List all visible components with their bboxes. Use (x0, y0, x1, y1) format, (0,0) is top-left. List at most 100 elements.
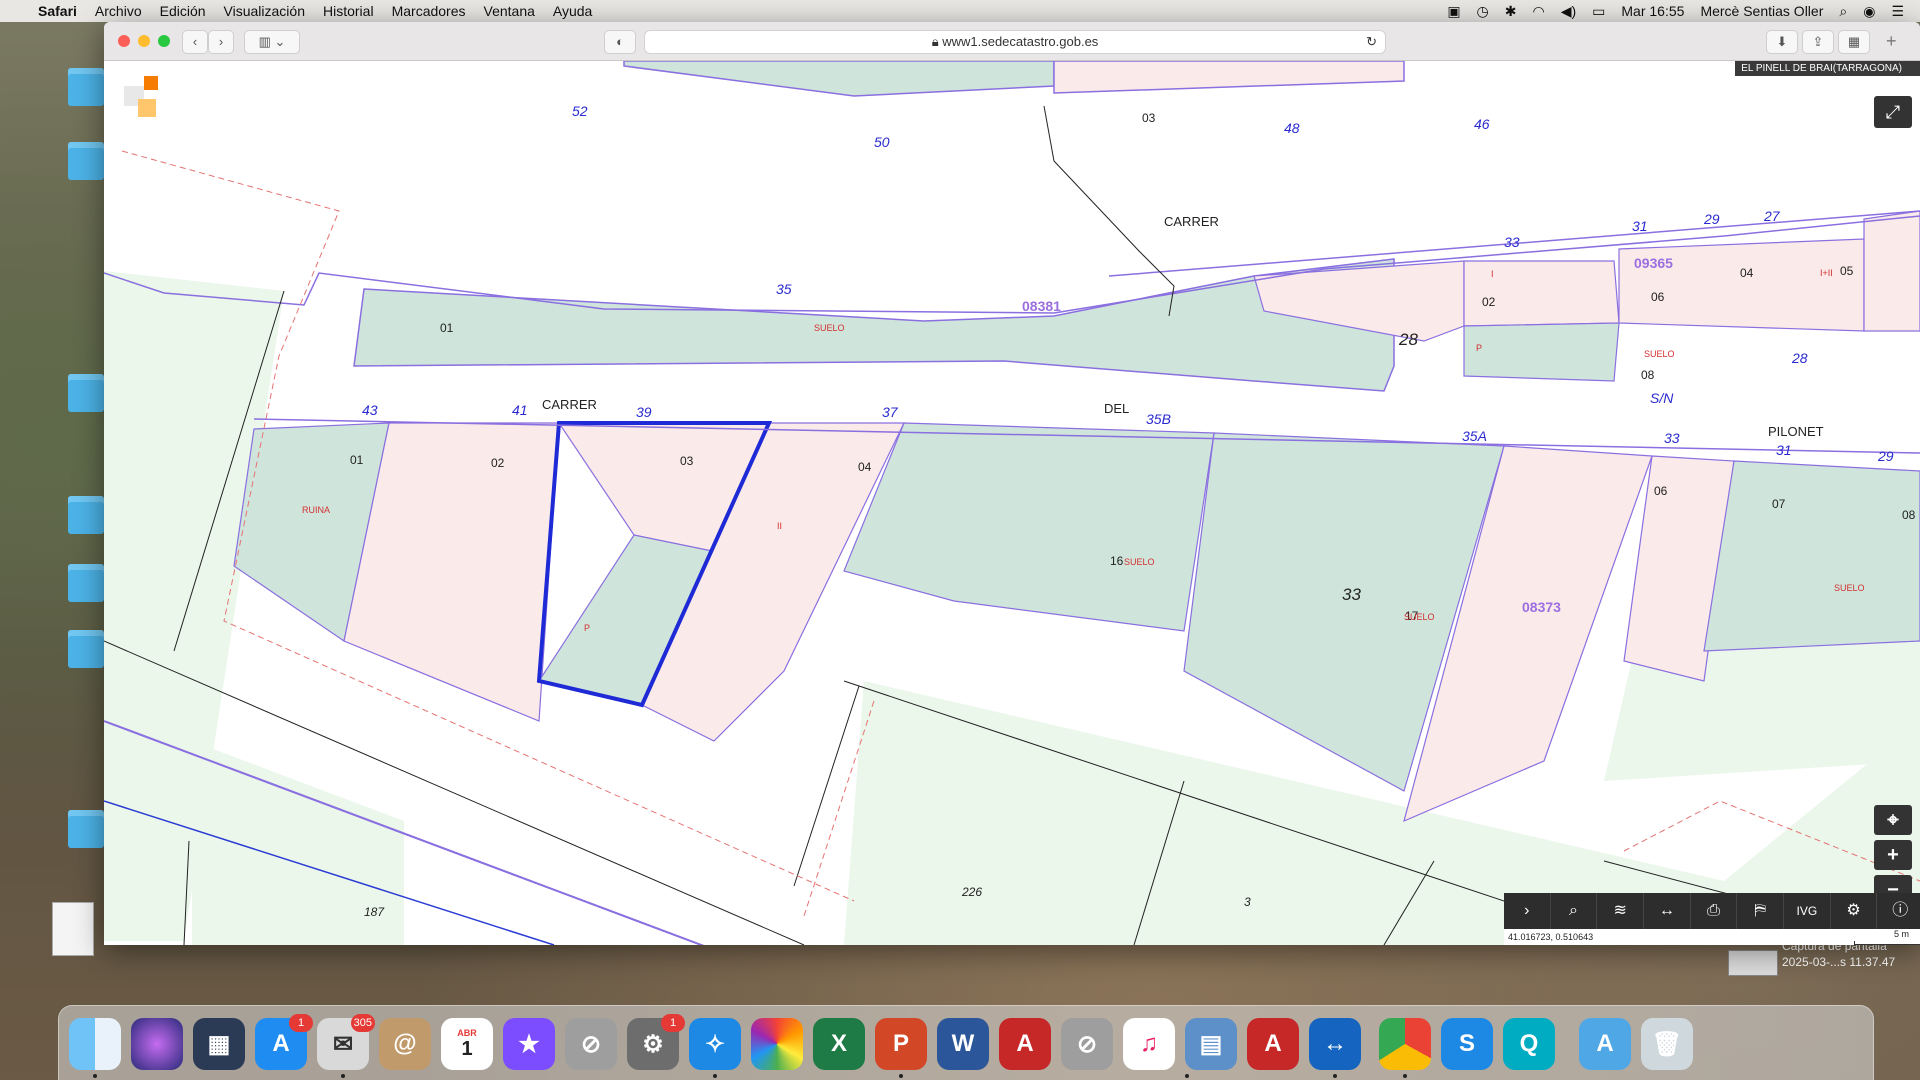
new-tab-icon[interactable]: + (1886, 31, 1897, 52)
street-number-label: 35 (776, 281, 792, 297)
siri-icon[interactable] (131, 1018, 183, 1070)
menubar-user[interactable]: Mercè Sentias Oller (1700, 3, 1823, 19)
street-number-label: 48 (1284, 120, 1300, 136)
bluetooth-icon[interactable]: ✱ (1505, 3, 1517, 20)
map-toolbar: › ⌕ ≋ ↔ ⎙ ⛿ IVG ⚙ ⓘ (1504, 893, 1920, 929)
minimize-window-icon[interactable] (138, 35, 150, 47)
desktop-document-icon[interactable] (52, 902, 94, 956)
chrome-icon[interactable] (1379, 1018, 1431, 1070)
expand-tools-icon[interactable]: › (1504, 893, 1551, 929)
close-window-icon[interactable] (118, 35, 130, 47)
menu-app-name[interactable]: Safari (38, 3, 77, 19)
screenshot-thumbnail[interactable] (1728, 950, 1778, 976)
time-machine-icon[interactable]: ◷ (1477, 3, 1489, 20)
contacts-icon[interactable]: @ (379, 1018, 431, 1070)
block-number-label: 187 (364, 905, 385, 919)
menu-historial[interactable]: Historial (323, 3, 374, 19)
desktop-folder-icon[interactable] (68, 142, 104, 180)
mail-icon[interactable]: ✉ 305 (317, 1014, 375, 1070)
running-indicator (1185, 1074, 1189, 1078)
menu-edicion[interactable]: Edición (160, 3, 206, 19)
word-icon[interactable]: W (937, 1018, 989, 1070)
back-button[interactable]: ‹ (182, 30, 208, 54)
spotlight-icon[interactable]: ⌕ (1839, 3, 1847, 20)
block-number-label: 226 (961, 885, 982, 899)
notification-center-icon[interactable]: ☰ (1891, 3, 1904, 20)
parcel-info-icon[interactable]: ⛿ (1737, 893, 1785, 929)
desktop-folder-icon[interactable] (68, 810, 104, 848)
menu-visualizacion[interactable]: Visualización (224, 3, 305, 19)
zoom-window-icon[interactable] (158, 35, 170, 47)
land-use-label: RUINA (302, 505, 330, 515)
measure-icon[interactable]: ↔ (1644, 893, 1691, 929)
layers-icon[interactable]: ≋ (1597, 893, 1645, 929)
applications-folder-icon[interactable]: A (1579, 1018, 1631, 1070)
zoom-in-button[interactable]: + (1874, 840, 1912, 870)
menu-ayuda[interactable]: Ayuda (553, 3, 592, 19)
desktop-folder-icon[interactable] (68, 630, 104, 668)
menu-archivo[interactable]: Archivo (95, 3, 142, 19)
info-icon[interactable]: ⓘ (1877, 893, 1920, 929)
battery-icon[interactable]: ▭ (1592, 3, 1605, 20)
safari-icon[interactable]: ✧ (689, 1018, 741, 1070)
teamviewer-icon[interactable]: ↔ (1309, 1018, 1361, 1070)
preview-icon[interactable]: ▤ (1185, 1018, 1237, 1070)
street-name-label: DEL (1104, 401, 1129, 416)
volume-icon[interactable]: ◀) (1561, 3, 1576, 20)
menu-marcadores[interactable]: Marcadores (392, 3, 466, 19)
sidebar-toggle-button[interactable]: ▥ ⌄ (244, 30, 300, 54)
calendar-icon[interactable]: ABR 1 (441, 1018, 493, 1070)
privacy-shield-icon[interactable]: ◐ (604, 30, 636, 54)
trash-icon[interactable]: 🗑︎ (1641, 1018, 1693, 1070)
print-icon[interactable]: ⎙ (1691, 893, 1738, 929)
cadastral-map[interactable]: CARRER CARRER DEL PILONET 52 50 48 46 35 33 31 29 27… (104, 61, 1920, 945)
desktop-folder-icon[interactable] (68, 374, 104, 412)
skype-icon[interactable]: S (1441, 1018, 1493, 1070)
music-icon[interactable]: ♫ (1123, 1018, 1175, 1070)
desktop-folder-icon[interactable] (68, 496, 104, 534)
acrobat-icon[interactable]: A (999, 1018, 1051, 1070)
place-label: EL PINELL DE BRAI(TARRAGONA) (1735, 61, 1920, 76)
locate-button[interactable]: ⌖ (1874, 805, 1912, 835)
finder-icon[interactable] (69, 1018, 121, 1070)
map-canvas[interactable]: CARRER CARRER DEL PILONET 52 50 48 46 35 33 31 29 27… (104, 61, 1920, 945)
reload-icon[interactable]: ↻ (1366, 31, 1377, 53)
menu-ventana[interactable]: Ventana (484, 3, 535, 19)
search-icon[interactable]: ⌕ (1551, 893, 1598, 929)
dock: ▦ A1 ✉ 305 @ ABR 1 ★ ⊘ ⚙ 1 ✧ X P W A ⊘ ♫ ▤ … (58, 1005, 1874, 1080)
app-store-icon[interactable]: A1 (255, 1014, 313, 1070)
siri-icon[interactable]: ◉ (1863, 3, 1875, 20)
photos-icon[interactable] (751, 1018, 803, 1070)
street-number-label: 37 (882, 404, 899, 420)
parcel-number-label: 01 (440, 321, 454, 335)
downloads-icon[interactable]: ⬇ (1766, 30, 1798, 54)
powerpoint-icon[interactable]: P (875, 1018, 927, 1070)
photo-booth-icon[interactable]: ▦ (193, 1018, 245, 1070)
address-bar[interactable]: 🔒︎ www1.sedecatastro.gob.es ↻ (644, 30, 1386, 54)
parcel-number-label: 05 (1840, 264, 1854, 278)
quicktime-icon[interactable]: Q (1503, 1018, 1555, 1070)
street-number-label: 29 (1877, 448, 1894, 464)
wifi-icon[interactable]: ◠ (1533, 3, 1545, 20)
acrobat-reader-icon[interactable]: A (1247, 1018, 1299, 1070)
system-preferences-icon[interactable]: ⚙ 1 (627, 1014, 685, 1070)
excel-icon[interactable]: X (813, 1018, 865, 1070)
disabled-app-icon[interactable]: ⊘ (565, 1018, 617, 1070)
forward-button[interactable]: › (208, 30, 234, 54)
imovie-icon[interactable]: ★ (503, 1018, 555, 1070)
parcel-number-label: 03 (680, 454, 694, 468)
tab-overview-icon[interactable]: ▦ (1838, 30, 1870, 54)
ivg-icon[interactable]: IVG (1784, 893, 1831, 929)
menubar-clock[interactable]: Mar 16:55 (1621, 3, 1684, 19)
land-use-label: SUELO (1124, 557, 1155, 567)
desktop-folder-icon[interactable] (68, 68, 104, 106)
fullscreen-button[interactable]: ⤢ (1874, 96, 1912, 128)
tools-icon[interactable]: ⚙ (1831, 893, 1878, 929)
parcel-number-label: 08 (1902, 508, 1916, 522)
desktop-folder-icon[interactable] (68, 564, 104, 602)
parcel (1053, 61, 1405, 94)
cadastral-ref-label: 08373 (1522, 599, 1561, 615)
share-icon[interactable]: ⇪ (1802, 30, 1834, 54)
screen-mirror-icon[interactable]: ▣ (1447, 3, 1460, 20)
disabled-app-icon[interactable]: ⊘ (1061, 1018, 1113, 1070)
